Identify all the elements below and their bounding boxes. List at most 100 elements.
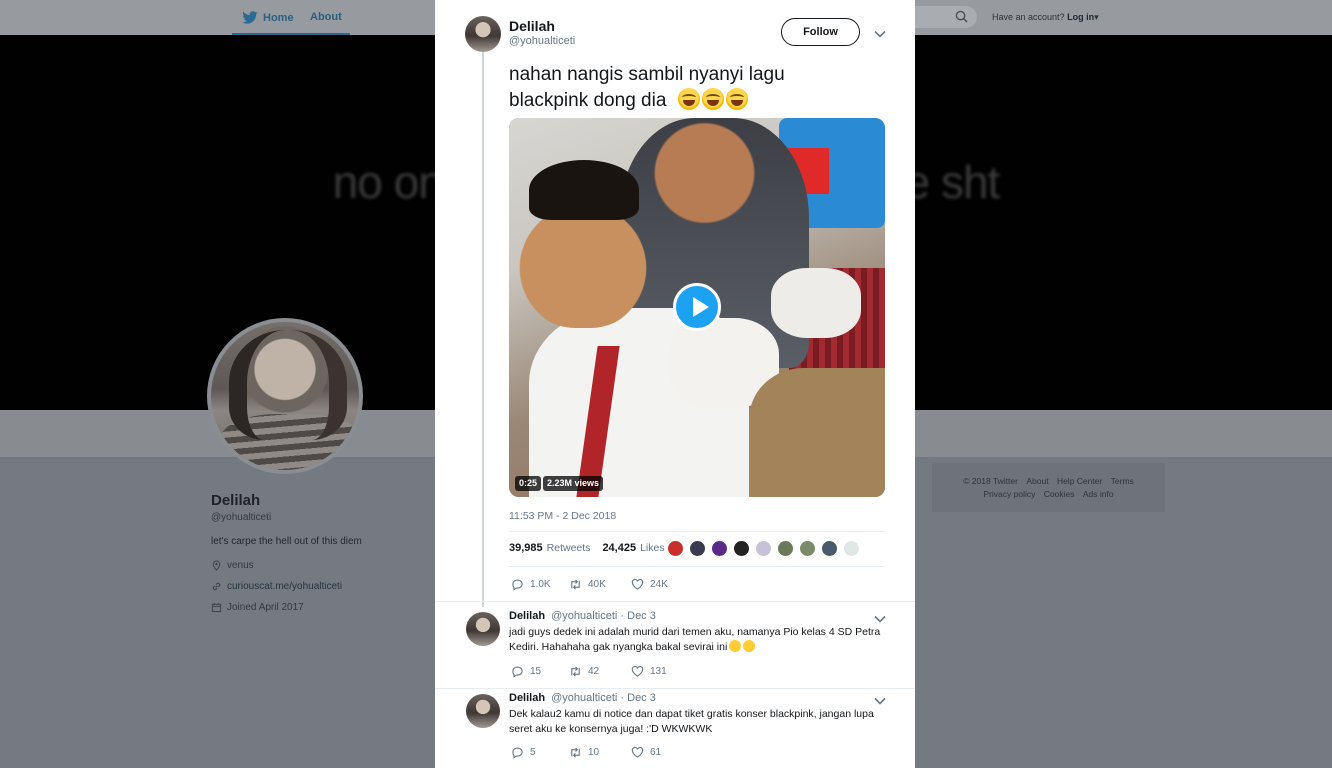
likes-count[interactable]: 24,425 xyxy=(602,542,636,554)
liker-avatar[interactable] xyxy=(843,540,860,557)
like-count: 24K xyxy=(650,579,668,590)
reply-text: jadi guys dedek ini adalah murid dari te… xyxy=(509,625,885,655)
profile-avatar[interactable] xyxy=(207,318,363,474)
laughing-emoji-icon xyxy=(701,88,724,110)
video-views-badge: 2.23M views xyxy=(543,476,604,491)
nav-home-link[interactable]: Home xyxy=(241,11,294,25)
avatar-hair xyxy=(229,330,347,440)
video-frame-glove-2 xyxy=(771,268,861,338)
retweets-count[interactable]: 39,985 xyxy=(509,542,543,554)
reply-text: Dek kalau2 kamu di notice dan dapat tike… xyxy=(509,708,874,735)
reply-action[interactable]: 5 xyxy=(511,746,569,759)
location-pin-icon xyxy=(212,560,221,571)
profile-joined-text: Joined April 2017 xyxy=(227,602,304,613)
reply-header: Delilah @yohualticeti · Dec 3 xyxy=(509,692,656,704)
chevron-down-icon[interactable] xyxy=(874,615,886,623)
tweet-text-line-1: nahan nangis sambil nyanyi lagu xyxy=(509,64,785,85)
liker-avatar[interactable] xyxy=(799,540,816,557)
footer-help-link[interactable]: Help Center xyxy=(1057,476,1102,486)
like-count: 131 xyxy=(650,666,667,677)
reply-avatar[interactable] xyxy=(466,612,500,646)
author-name[interactable]: Delilah xyxy=(509,18,555,34)
retweet-icon xyxy=(571,666,580,677)
laughing-emoji-icon xyxy=(725,88,748,110)
tweet-actions: 1.0K 40K 24K xyxy=(511,578,668,591)
like-action[interactable]: 61 xyxy=(631,746,661,759)
video-player[interactable]: 0:25 2.23M views xyxy=(509,118,885,497)
reply-action[interactable]: 15 xyxy=(511,665,569,678)
footer-row-1: © 2018 Twitter About Help Center Terms xyxy=(932,476,1165,486)
reply-header: Delilah @yohualticeti · Dec 3 xyxy=(509,610,656,622)
reply-author-handle[interactable]: @yohualticeti xyxy=(551,610,617,622)
retweet-count: 10 xyxy=(588,747,600,758)
tweet-timestamp[interactable]: 11:53 PM - 2 Dec 2018 xyxy=(509,510,616,522)
profile-handle[interactable]: @yohualticeti xyxy=(211,512,271,523)
thread-line xyxy=(482,52,484,607)
reply-count: 1.0K xyxy=(530,579,551,590)
retweet-action[interactable]: 10 xyxy=(569,746,631,759)
reply-actions: 5 10 61 xyxy=(511,746,661,759)
like-count: 61 xyxy=(650,747,662,758)
tweet-stats: 39,985 Retweets 24,425 Likes xyxy=(509,542,665,554)
reply-icon xyxy=(512,579,523,591)
retweet-action[interactable]: 40K xyxy=(569,578,631,591)
rofl-emoji-icon xyxy=(743,640,756,652)
nav-about-label: About xyxy=(310,11,342,23)
chevron-down-icon[interactable] xyxy=(874,697,886,705)
profile-location: venus xyxy=(211,560,254,571)
follow-button[interactable]: Follow xyxy=(781,18,860,46)
chevron-down-icon: ▾ xyxy=(1094,12,1099,22)
play-button-icon[interactable] xyxy=(673,283,721,331)
likes-label[interactable]: Likes xyxy=(640,542,665,554)
account-prompt-text: Have an account? xyxy=(992,12,1065,22)
footer-about-link[interactable]: About xyxy=(1026,476,1048,486)
search-icon[interactable] xyxy=(955,10,968,23)
author-handle[interactable]: @yohualticeti xyxy=(509,35,575,47)
heart-icon xyxy=(631,578,644,590)
footer-ads-link[interactable]: Ads info xyxy=(1083,489,1114,499)
liker-avatar[interactable] xyxy=(711,540,728,557)
reply-text-body: jadi guys dedek ini adalah murid dari te… xyxy=(509,626,881,653)
reply-date[interactable]: · Dec 3 xyxy=(620,610,655,622)
reply-author-name[interactable]: Delilah xyxy=(509,610,545,622)
liker-avatar[interactable] xyxy=(777,540,794,557)
retweet-icon xyxy=(571,579,580,590)
nav-about-link[interactable]: About xyxy=(310,11,342,23)
reply-icon xyxy=(512,747,523,759)
like-action[interactable]: 131 xyxy=(631,665,667,678)
footer-copyright: © 2018 Twitter xyxy=(963,476,1018,486)
profile-website[interactable]: curiouscat.me/yohualticeti xyxy=(211,581,342,592)
profile-website-link[interactable]: curiouscat.me/yohualticeti xyxy=(227,581,342,592)
footer-cookies-link[interactable]: Cookies xyxy=(1044,489,1075,499)
reply-action[interactable]: 1.0K xyxy=(511,578,569,591)
footer-terms-link[interactable]: Terms xyxy=(1111,476,1134,486)
reply-author-name[interactable]: Delilah xyxy=(509,692,545,704)
liker-avatar[interactable] xyxy=(689,540,706,557)
like-action[interactable]: 24K xyxy=(631,578,668,591)
nav-home-label: Home xyxy=(263,12,294,24)
reply-avatar[interactable] xyxy=(466,694,500,728)
retweet-count: 40K xyxy=(588,579,606,590)
liker-avatar[interactable] xyxy=(733,540,750,557)
chevron-down-icon[interactable] xyxy=(874,30,886,38)
footer-row-2: Privacy policy Cookies Ads info xyxy=(932,489,1165,499)
tweet-text: nahan nangis sambil nyanyi lagu blackpin… xyxy=(509,62,839,114)
reply-author-handle[interactable]: @yohualticeti xyxy=(551,692,617,704)
liker-avatar[interactable] xyxy=(821,540,838,557)
profile-name[interactable]: Delilah xyxy=(211,492,260,509)
retweets-label[interactable]: Retweets xyxy=(547,542,591,554)
video-duration-badge: 0:25 xyxy=(515,476,542,491)
divider xyxy=(435,601,915,602)
liker-avatar[interactable] xyxy=(755,540,772,557)
video-frame-arm xyxy=(749,368,885,497)
retweet-action[interactable]: 42 xyxy=(569,665,631,678)
reply-date[interactable]: · Dec 3 xyxy=(620,692,655,704)
author-avatar[interactable] xyxy=(465,16,501,52)
liker-avatars xyxy=(667,540,865,557)
calendar-icon xyxy=(211,602,222,613)
divider xyxy=(509,566,885,567)
link-icon xyxy=(212,582,221,591)
liker-avatar[interactable] xyxy=(667,540,684,557)
login-link[interactable]: Log in xyxy=(1067,12,1094,22)
footer-privacy-link[interactable]: Privacy policy xyxy=(983,489,1035,499)
